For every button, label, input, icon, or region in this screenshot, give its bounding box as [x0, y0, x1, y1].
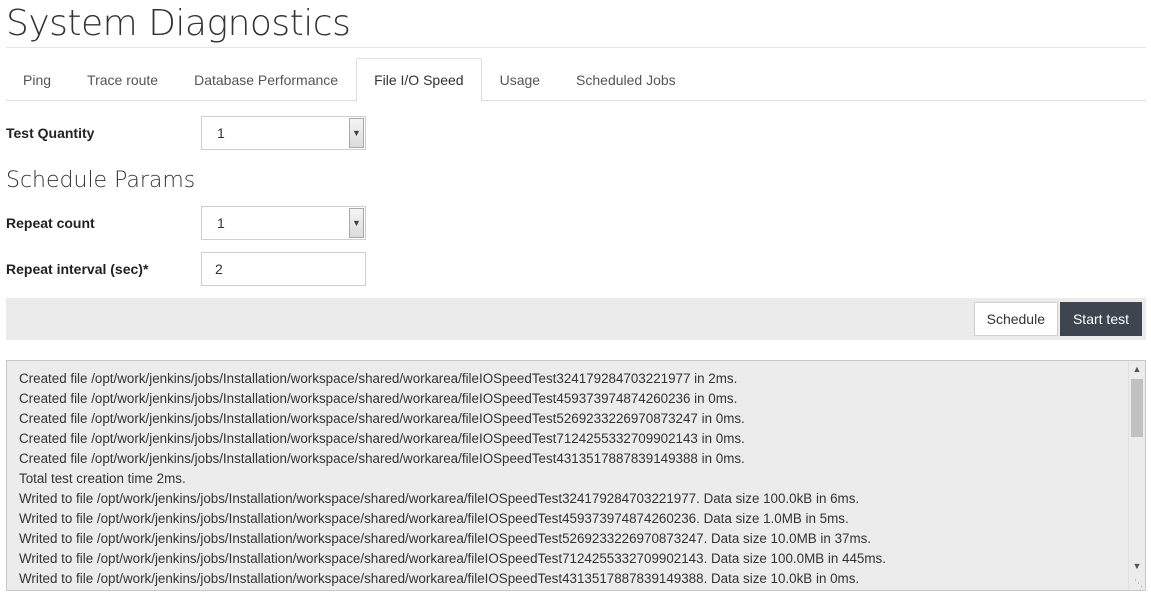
tab-bar: Ping Trace route Database Performance Fi…	[6, 58, 1146, 102]
repeat-count-row: Repeat count 1 ▼	[6, 206, 366, 240]
log-output[interactable]: Created file /opt/work/jenkins/jobs/Inst…	[6, 360, 1146, 591]
tab-database-performance[interactable]: Database Performance	[176, 58, 356, 101]
repeat-interval-input[interactable]: 2	[201, 252, 366, 286]
start-test-button[interactable]: Start test	[1059, 302, 1142, 336]
schedule-params-title: Schedule Params	[6, 168, 196, 193]
arrow-up-icon[interactable]: ▲	[1129, 361, 1145, 377]
schedule-button[interactable]: Schedule	[973, 302, 1058, 336]
test-quantity-select[interactable]: 1 ▼	[201, 116, 366, 150]
repeat-count-label: Repeat count	[6, 215, 95, 231]
arrow-down-icon[interactable]: ▼	[1129, 558, 1145, 574]
test-quantity-label: Test Quantity	[6, 125, 95, 141]
tab-trace-route[interactable]: Trace route	[69, 58, 176, 101]
test-quantity-row: Test Quantity 1 ▼	[6, 116, 366, 150]
tab-usage[interactable]: Usage	[482, 58, 558, 101]
log-line: Created file /opt/work/jenkins/jobs/Inst…	[19, 431, 745, 446]
log-line: Total test creation time 2ms.	[19, 471, 186, 486]
log-line: Created file /opt/work/jenkins/jobs/Inst…	[19, 391, 738, 406]
page-title: System Diagnostics	[6, 0, 1146, 48]
log-line: Writed to file /opt/work/jenkins/jobs/In…	[19, 571, 860, 586]
action-bar: Schedule Start test	[6, 298, 1146, 340]
log-line: Writed to file /opt/work/jenkins/jobs/In…	[19, 511, 849, 526]
tab-scheduled-jobs[interactable]: Scheduled Jobs	[558, 58, 694, 101]
tab-file-io-speed[interactable]: File I/O Speed	[356, 58, 482, 102]
repeat-interval-row: Repeat interval (sec)* 2	[6, 252, 366, 286]
log-scrollbar[interactable]: ▲ ▼	[1128, 361, 1145, 590]
log-line: Created file /opt/work/jenkins/jobs/Inst…	[19, 411, 745, 426]
chevron-down-icon[interactable]: ▼	[349, 118, 364, 148]
repeat-count-value: 1	[217, 215, 225, 231]
repeat-count-select[interactable]: 1 ▼	[201, 206, 366, 240]
chevron-down-icon[interactable]: ▼	[349, 208, 364, 238]
log-line: Writed to file /opt/work/jenkins/jobs/In…	[19, 531, 872, 546]
repeat-interval-label: Repeat interval (sec)*	[6, 261, 149, 277]
log-line: Created file /opt/work/jenkins/jobs/Inst…	[19, 451, 745, 466]
scrollbar-thumb[interactable]	[1131, 379, 1143, 437]
resize-grip-icon[interactable]: ⋱	[1133, 578, 1143, 588]
log-line: Created file /opt/work/jenkins/jobs/Inst…	[19, 371, 738, 386]
page: System Diagnostics Ping Trace route Data…	[6, 0, 1146, 591]
log-line: Writed to file /opt/work/jenkins/jobs/In…	[19, 491, 860, 506]
tab-ping[interactable]: Ping	[6, 58, 69, 101]
log-line: Writed to file /opt/work/jenkins/jobs/In…	[19, 551, 886, 566]
test-quantity-value: 1	[217, 125, 225, 141]
log-lines: Created file /opt/work/jenkins/jobs/Inst…	[19, 369, 1125, 589]
